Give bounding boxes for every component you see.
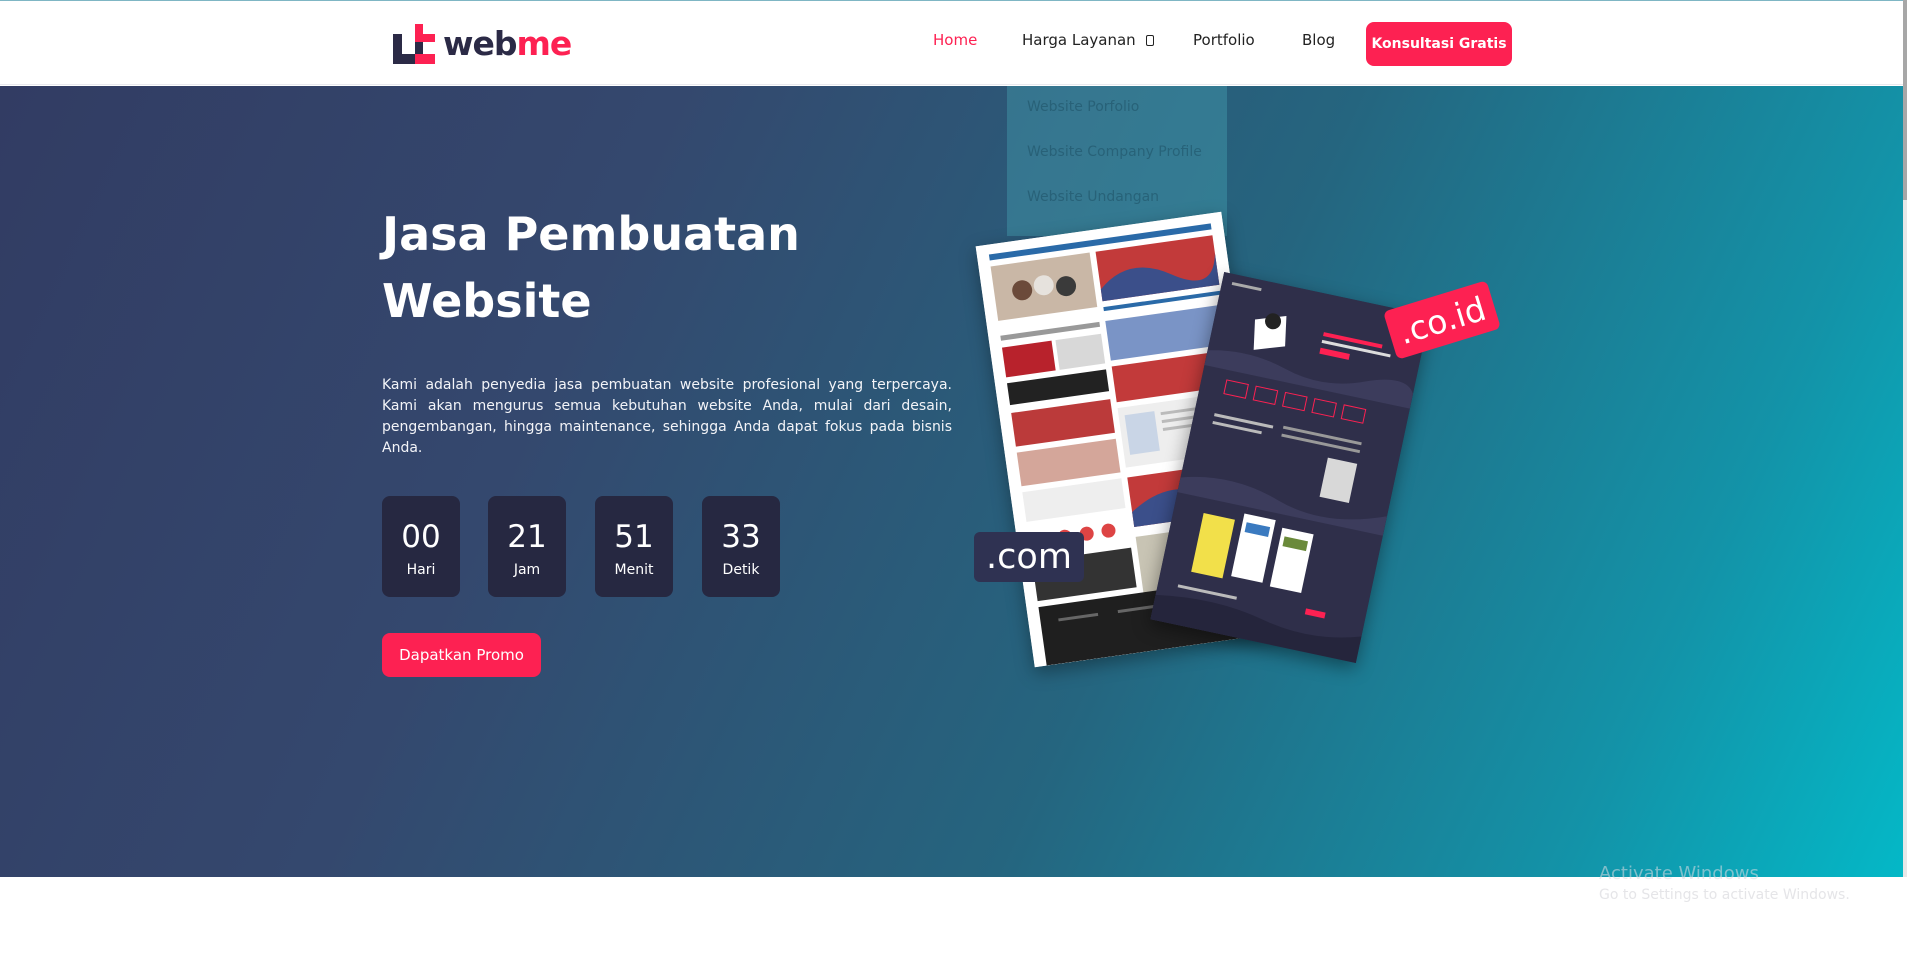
logo[interactable]: webme bbox=[391, 21, 573, 65]
dropdown-item-undangan[interactable]: Website Undangan bbox=[1027, 189, 1159, 205]
chevron-down-icon bbox=[1145, 35, 1154, 46]
dropdown-item-portfolio[interactable]: Website Porfolio bbox=[1027, 99, 1139, 115]
logo-mark-icon bbox=[391, 22, 443, 64]
logo-text-dark: web bbox=[443, 23, 517, 63]
logo-text-accent: me bbox=[516, 23, 573, 63]
logo-text: webme bbox=[443, 23, 573, 63]
windows-watermark-subtitle: Go to Settings to activate Windows. bbox=[1599, 887, 1850, 903]
nav-blog[interactable]: Blog bbox=[1302, 31, 1335, 49]
site-header: webme Home Harga Layanan Portfolio Blog … bbox=[0, 1, 1907, 85]
countdown-hours-label: Jam bbox=[513, 562, 541, 578]
countdown-seconds-label: Detik bbox=[722, 562, 760, 578]
domain-tag-coid: .co.id bbox=[1383, 280, 1501, 360]
website-mockup-illustration: .co.id .com bbox=[960, 205, 1520, 675]
konsultasi-gratis-button[interactable]: Konsultasi Gratis bbox=[1366, 22, 1512, 66]
scrollbar-thumb[interactable] bbox=[1903, 0, 1907, 200]
countdown-hours-value: 21 bbox=[507, 519, 547, 555]
nav-portfolio[interactable]: Portfolio bbox=[1193, 31, 1255, 49]
countdown-days: 00 Hari bbox=[382, 496, 460, 597]
countdown-minutes-value: 51 bbox=[614, 519, 654, 555]
dapatkan-promo-button[interactable]: Dapatkan Promo bbox=[382, 633, 541, 677]
countdown-hours: 21 Jam bbox=[488, 496, 566, 597]
nav-home[interactable]: Home bbox=[933, 31, 977, 49]
countdown-seconds-value: 33 bbox=[721, 519, 761, 555]
countdown-minutes-label: Menit bbox=[614, 562, 654, 578]
countdown-seconds: 33 Detik bbox=[702, 496, 780, 597]
hero-title-line1: Jasa Pembuatan bbox=[382, 207, 800, 261]
page-scrollbar[interactable] bbox=[1903, 0, 1907, 877]
dropdown-item-company-profile[interactable]: Website Company Profile bbox=[1027, 144, 1202, 160]
hero-title-line2: Website bbox=[382, 274, 592, 328]
hero-description: Kami adalah penyedia jasa pembuatan webs… bbox=[382, 377, 952, 456]
windows-watermark-title: Activate Windows bbox=[1599, 863, 1759, 884]
countdown-days-value: 00 bbox=[401, 519, 441, 555]
domain-tag-com: .com bbox=[974, 532, 1084, 582]
nav-harga-layanan[interactable]: Harga Layanan bbox=[1022, 31, 1154, 49]
hero-section bbox=[0, 86, 1903, 877]
nav-harga-layanan-label: Harga Layanan bbox=[1022, 31, 1136, 49]
countdown-minutes: 51 Menit bbox=[595, 496, 673, 597]
hero-title: Jasa Pembuatan Website bbox=[382, 201, 902, 335]
countdown-days-label: Hari bbox=[406, 562, 436, 578]
